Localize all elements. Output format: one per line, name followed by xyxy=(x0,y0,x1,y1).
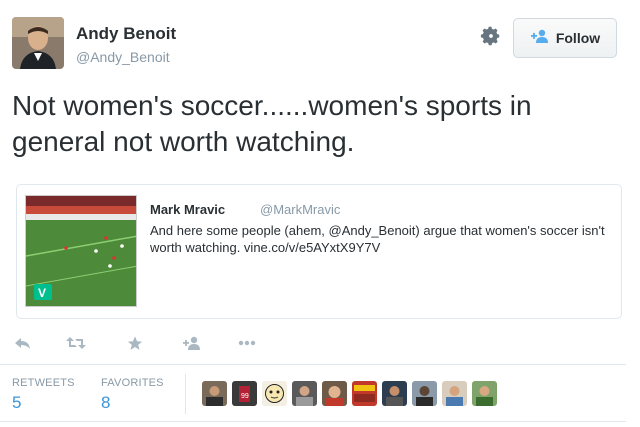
favoriter-avatar[interactable] xyxy=(382,381,407,406)
favoriter-avatar[interactable]: 99 xyxy=(232,381,257,406)
favorites-count[interactable]: 8 xyxy=(101,393,110,413)
svg-text:99: 99 xyxy=(241,393,249,400)
quoted-text: And here some people (ahem, @Andy_Benoit… xyxy=(150,223,605,255)
divider xyxy=(0,364,626,365)
action-bar xyxy=(14,332,274,354)
retweets-label: RETWEETS xyxy=(12,377,75,389)
quoted-author-name[interactable]: Mark Mravic xyxy=(150,202,225,217)
video-thumbnail[interactable]: V xyxy=(25,195,137,307)
favoriter-avatar[interactable] xyxy=(412,381,437,406)
favoriters-avatars: 99 xyxy=(202,381,497,406)
favoriter-avatar[interactable] xyxy=(262,381,287,406)
gear-icon[interactable] xyxy=(480,25,502,47)
follow-icon[interactable] xyxy=(182,332,202,354)
stats-divider xyxy=(185,374,186,414)
author-name[interactable]: Andy Benoit xyxy=(76,24,176,44)
author-avatar[interactable] xyxy=(12,17,64,69)
favoriter-avatar[interactable] xyxy=(202,381,227,406)
favorites-label: FAVORITES xyxy=(101,377,164,389)
favoriter-avatar[interactable] xyxy=(352,381,377,406)
add-user-icon xyxy=(530,29,550,48)
follow-button[interactable]: Follow xyxy=(513,18,617,58)
favorite-icon[interactable] xyxy=(126,332,144,354)
svg-text:V: V xyxy=(38,286,46,300)
tweet-text: Not women's soccer......women's sports i… xyxy=(12,90,532,157)
retweet-icon[interactable] xyxy=(66,332,86,354)
favoriter-avatar[interactable] xyxy=(322,381,347,406)
follow-label: Follow xyxy=(555,30,601,46)
reply-icon[interactable] xyxy=(14,332,32,354)
more-icon[interactable] xyxy=(238,332,256,354)
quoted-author-handle[interactable]: @MarkMravic xyxy=(260,202,340,217)
favoriter-avatar[interactable] xyxy=(442,381,467,406)
favoriter-avatar[interactable] xyxy=(472,381,497,406)
author-handle[interactable]: @Andy_Benoit xyxy=(76,49,170,65)
retweets-count[interactable]: 5 xyxy=(12,393,21,413)
divider xyxy=(0,421,626,422)
quoted-tweet[interactable]: V Mark Mravic @MarkMravic And here some … xyxy=(16,184,622,319)
favoriter-avatar[interactable] xyxy=(292,381,317,406)
